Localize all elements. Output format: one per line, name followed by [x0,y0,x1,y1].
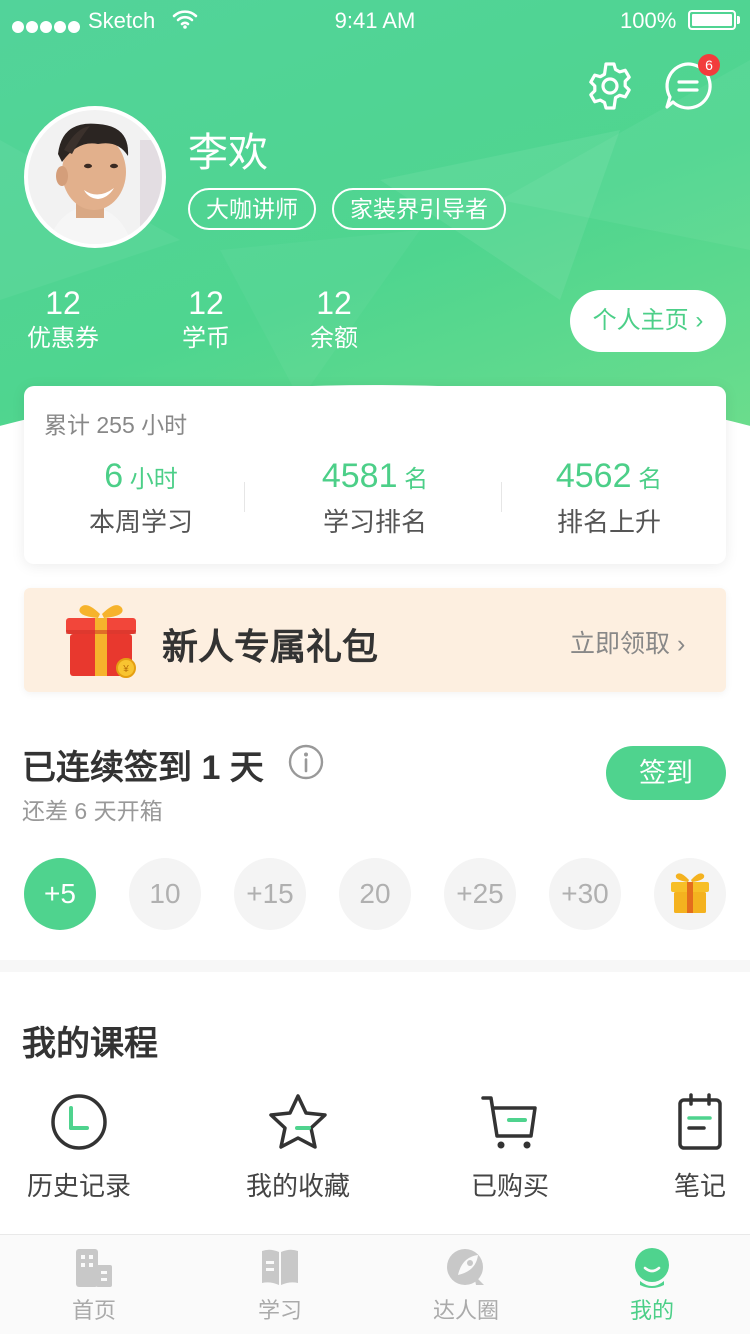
stat-label: 余额 [310,325,358,352]
tab-expert-circle[interactable]: 达人圈 [406,1245,526,1325]
total-study-hours: 累计 255 小时 [44,412,188,438]
user-name: 李欢 [188,131,268,175]
weekly-study[interactable]: 6 小时 本周学习 [24,454,258,542]
book-icon [262,1249,298,1285]
gift-banner-title: 新人专属礼包 [162,626,379,667]
notes-entry[interactable]: 笔记 [660,1092,740,1203]
checkin-day-1: +5 [24,858,96,930]
stat-value: 12 [45,285,81,321]
bottom-tab-bar: 首页 学习 达人圈 我的 [0,1234,750,1334]
study-rank[interactable]: 4581 名 学习排名 [258,454,492,542]
stat-value: 12 [188,285,224,321]
course-item-label: 笔记 [673,1171,726,1201]
checkin-day-5: +25 [444,858,516,930]
stat-coupons[interactable]: 12 优惠券 [22,284,104,356]
checkin-streak-title: 已连续签到 1 天 [22,749,264,787]
stat-balance[interactable]: 12 余额 [298,284,370,356]
study-unit: 小时 [123,466,178,493]
svg-text:¥: ¥ [122,664,129,675]
course-item-label: 历史记录 [26,1171,131,1201]
building-icon [76,1249,112,1287]
info-icon[interactable] [288,744,324,780]
avatar[interactable] [24,106,166,248]
checkin-button[interactable]: 签到 [606,746,726,800]
purchased-entry[interactable]: 已购买 [458,1092,562,1203]
checkin-subtitle: 还差 6 天开箱 [22,798,163,824]
study-summary-card: 累计 255 小时 6 小时 本周学习 4581 名 学习排名 4562 名 排… [24,386,726,564]
study-unit: 名 [631,466,663,493]
checkin-day-2: 10 [129,858,201,930]
tab-label: 首页 [71,1298,116,1323]
study-label: 学习排名 [322,507,427,537]
rank-increase[interactable]: 4562 名 排名上升 [492,454,726,542]
checkin-day-6: +30 [549,858,621,930]
tab-study[interactable]: 学习 [220,1245,340,1325]
tab-home[interactable]: 首页 [34,1245,154,1325]
message-count-badge: 6 [698,54,720,76]
stat-label: 学币 [182,325,230,352]
battery-icon [688,10,740,30]
checkin-day-4: 20 [339,858,411,930]
divider [244,482,245,512]
study-unit: 名 [397,466,429,493]
tab-label: 我的 [629,1298,674,1323]
gift-box-icon: ¥ [66,605,136,678]
my-courses-title: 我的课程 [22,1025,158,1063]
user-tag: 大咖讲师 [188,188,316,230]
gift-icon [671,873,709,913]
course-item-label: 我的收藏 [245,1171,350,1201]
stat-value: 12 [316,285,352,321]
star-icon [269,1094,327,1149]
new-user-gift-banner[interactable]: ¥ 新人专属礼包 立即领取 › [24,588,726,692]
study-label: 本周学习 [88,507,193,537]
personal-homepage-button[interactable]: 个人主页 › [570,290,726,352]
tab-mine[interactable]: 我的 [592,1245,712,1325]
stat-study-coins[interactable]: 12 学币 [170,284,242,356]
profile-icon [635,1248,669,1288]
study-value: 6 [104,457,124,495]
battery-percent: 100% [620,8,677,33]
course-item-label: 已购买 [470,1171,549,1201]
rocket-icon [447,1249,484,1285]
checkin-day-3: +15 [234,858,306,930]
study-label: 排名上升 [556,507,661,537]
tab-label: 达人圈 [432,1298,499,1323]
section-separator [0,960,750,972]
favorites-entry[interactable]: 我的收藏 [236,1092,360,1203]
notebook-icon [678,1093,722,1150]
clock-icon [51,1094,107,1150]
tab-label: 学习 [257,1298,302,1323]
claim-now-link[interactable]: 立即领取 › [570,624,685,660]
stat-label: 优惠券 [27,325,99,352]
checkin-day-7-reward[interactable] [654,858,726,930]
cart-icon [481,1096,537,1149]
settings-gear-icon[interactable] [584,60,636,112]
avatar-photo [28,110,162,244]
study-value: 4562 [555,457,632,495]
history-entry[interactable]: 历史记录 [20,1092,138,1203]
user-tag: 家装界引导者 [332,188,506,230]
status-bar: Sketch 9:41 AM 100% [0,0,750,40]
study-value: 4581 [321,457,398,495]
